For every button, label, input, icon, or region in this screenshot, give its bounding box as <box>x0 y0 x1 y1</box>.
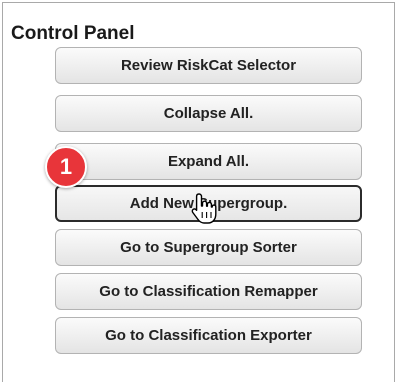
step-number-badge: 1 <box>45 146 87 188</box>
control-panel: Control Panel Review RiskCat Selector Co… <box>2 2 395 382</box>
add-new-supergroup-button[interactable]: Add New Supergroup. <box>55 185 362 222</box>
panel-title: Control Panel <box>11 23 135 44</box>
expand-all-button[interactable]: Expand All. <box>55 143 362 180</box>
collapse-all-button[interactable]: Collapse All. <box>55 95 362 132</box>
go-to-classification-exporter-button[interactable]: Go to Classification Exporter <box>55 317 362 354</box>
go-to-classification-remapper-button[interactable]: Go to Classification Remapper <box>55 273 362 310</box>
review-riskcat-selector-button[interactable]: Review RiskCat Selector <box>55 47 362 84</box>
go-to-supergroup-sorter-button[interactable]: Go to Supergroup Sorter <box>55 229 362 266</box>
